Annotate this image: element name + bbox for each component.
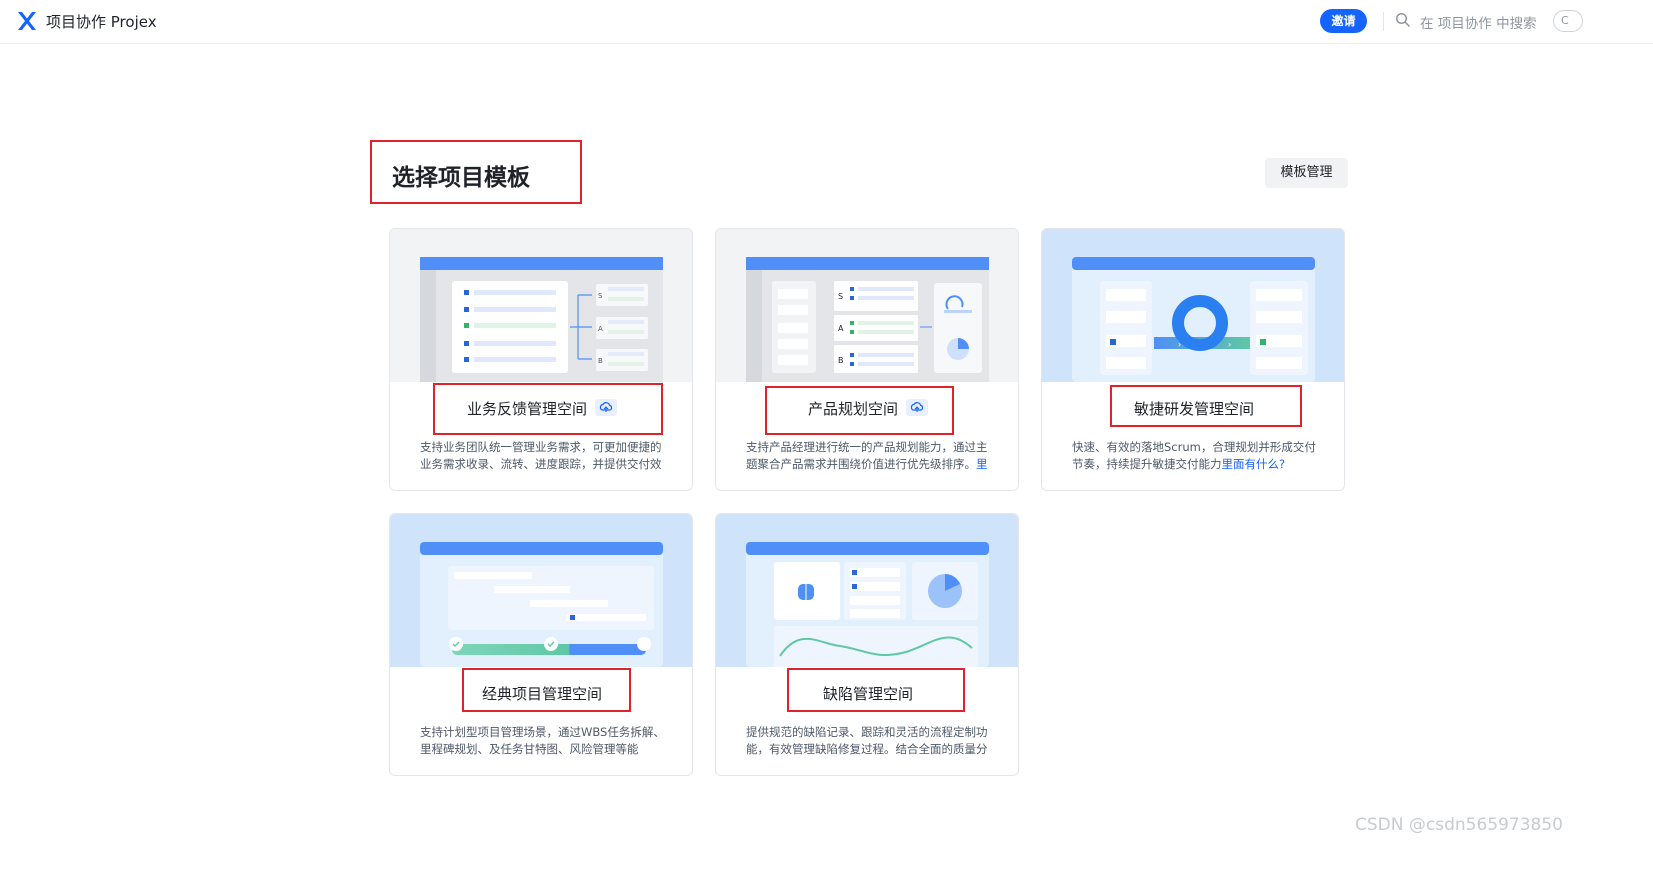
card-illustration: S A B (390, 229, 692, 382)
watermark: CSDN @csdn565973850 (1355, 815, 1563, 835)
x-logo-icon[interactable] (16, 10, 38, 32)
app-title[interactable]: 项目协作 Projex (46, 11, 157, 32)
svg-text:›: › (1178, 340, 1181, 349)
card-illustration (716, 514, 1018, 667)
tier-s-label: S (598, 292, 603, 300)
page-title: 选择项目模板 (392, 165, 530, 191)
card-description: 支持计划型项目管理场景，通过WBS任务拆解、里程碑规划、及任务甘特图、风险管理等… (420, 725, 665, 756)
tier-b-label: B (598, 357, 603, 365)
highlight-box (462, 668, 631, 712)
highlight-box (1110, 385, 1302, 427)
card-illustration: › › (1042, 229, 1344, 382)
card-description: 支持产品经理进行统一的产品规划能力，通过主题聚合产品需求并围绕价值进行优先级排序… (746, 440, 988, 471)
template-card-defect[interactable]: 缺陷管理空间 提供规范的缺陷记录、跟踪和灵活的流程定制功能，有效管理缺陷修复过程… (715, 513, 1019, 776)
tier-a-label: A (838, 324, 844, 333)
card-description: 提供规范的缺陷记录、跟踪和灵活的流程定制功能，有效管理缺陷修复过程。结合全面的质… (746, 725, 988, 756)
learn-more-link[interactable]: 里面有什么? (1222, 457, 1286, 471)
highlight-box (433, 383, 663, 435)
template-card-business-feedback[interactable]: S A B 业务反馈管理空间 支持业务团队统一管理业务需求，可更加便捷的业务需求… (389, 228, 693, 491)
highlight-box (765, 386, 954, 435)
card-illustration: S A B (716, 229, 1018, 382)
tier-s-label: S (838, 292, 843, 301)
template-card-product-planning[interactable]: S A B 产品规划空间 支持产品经理进行统一的产品规划能力，通过主题聚合产品需… (715, 228, 1019, 491)
invite-button[interactable]: 邀请 (1320, 9, 1367, 33)
search-input[interactable]: 在 项目协作 中搜索 (1420, 12, 1537, 32)
top-bar: 项目协作 Projex 邀请 在 项目协作 中搜索 C (0, 0, 1653, 44)
tier-b-label: B (838, 356, 844, 365)
template-manage-button[interactable]: 模板管理 (1265, 158, 1348, 188)
template-card-agile-dev[interactable]: › › 敏捷研发管理空间 快速、有效的落地Scrum，合理规划并形成交付节奏，持… (1041, 228, 1345, 491)
svg-text:›: › (1228, 340, 1231, 349)
template-card-classic-project[interactable]: 经典项目管理空间 支持计划型项目管理场景，通过WBS任务拆解、里程碑规划、及任务… (389, 513, 693, 776)
card-illustration (390, 514, 692, 667)
learn-more-link[interactable]: 里 (976, 457, 988, 471)
card-description: 快速、有效的落地Scrum，合理规划并形成交付节奏，持续提升敏捷交付能力里面有什… (1072, 440, 1316, 471)
search-icon[interactable] (1395, 12, 1411, 28)
edge-button[interactable]: C (1553, 10, 1583, 32)
highlight-box (787, 668, 965, 712)
divider (1383, 12, 1384, 31)
tier-a-label: A (598, 325, 603, 333)
card-description: 支持业务团队统一管理业务需求，可更加便捷的业务需求收录、流转、进度跟踪，并提供交… (420, 440, 662, 471)
